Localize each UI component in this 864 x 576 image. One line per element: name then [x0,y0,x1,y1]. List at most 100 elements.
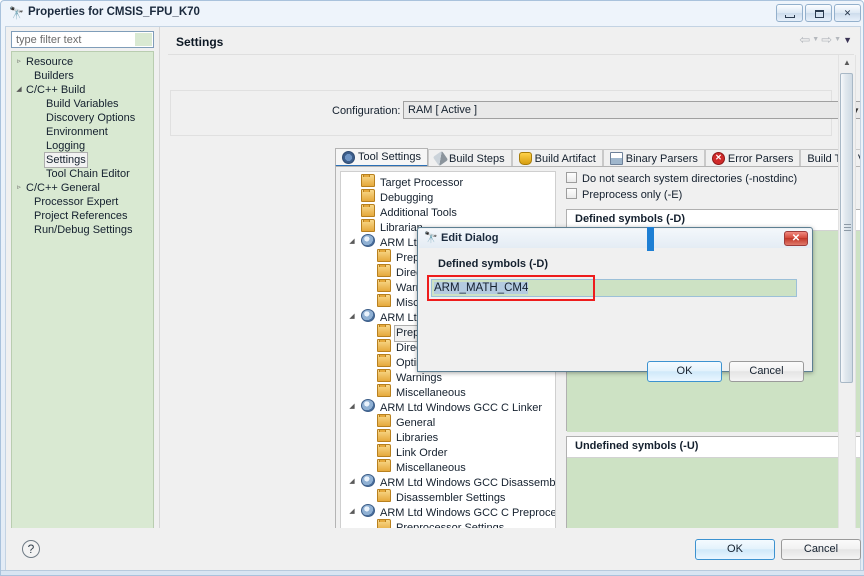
tree-expander-icon[interactable]: ◢ [347,399,357,414]
tree-expander-icon[interactable]: ◢ [347,309,357,324]
sidebar-item-label: Resource [26,56,74,68]
window-controls: ✕ [776,4,861,22]
tool-tree-item-arm-ltd-windows-gcc-disassembler[interactable]: ◢ ARM Ltd Windows GCC Disassembler [341,474,555,489]
header-divider [168,54,854,55]
tree-expander-icon[interactable]: ▹ [13,181,25,195]
tool-tree-item-debugging[interactable]: Debugging [341,189,555,204]
tree-expander-icon[interactable]: ▹ [13,55,25,69]
sidebar-item-label: Build Variables [46,98,119,110]
sidebar-item-build-variables[interactable]: Build Variables [12,97,153,111]
sidebar-item-processor-expert[interactable]: Processor Expert [12,195,153,209]
tab-label: Binary Parsers [625,152,698,165]
sidebar-item-resource[interactable]: ▹ Resource [12,55,153,69]
tool-icon [361,234,375,247]
edit-dialog-cancel-button[interactable]: Cancel [729,361,804,382]
tool-tree-item-arm-ltd-windows-gcc-c-linker[interactable]: ◢ ARM Ltd Windows GCC C Linker [341,399,555,414]
tool-tree-item-disassembler-settings[interactable]: Disassembler Settings [341,489,555,504]
cancel-button[interactable]: Cancel [781,539,861,560]
folder-icon [377,429,391,442]
tab-label: Error Parsers [727,152,794,165]
ok-button[interactable]: OK [695,539,775,560]
forward-dropdown-icon[interactable]: ▼ [834,33,841,47]
sidebar-item-discovery-options[interactable]: Discovery Options [12,111,153,125]
tab-error-parsers[interactable]: ✕ Error Parsers [704,149,801,167]
tool-settings-icon [342,150,355,164]
binary-parsers-icon [609,152,623,165]
folder-icon [361,204,375,217]
tool-tree-item-miscellaneous[interactable]: Miscellaneous [341,384,555,399]
defined-symbols-title: Defined symbols (-D) [575,213,686,225]
search-input[interactable]: type filter text [11,31,154,48]
tab-tool-settings[interactable]: Tool Settings [335,148,428,167]
sidebar-item-c-c-general[interactable]: ▹ C/C++ General [12,181,153,195]
folder-icon [361,174,375,187]
close-button[interactable]: ✕ [834,4,861,22]
option-nostdinc[interactable]: Do not search system directories (-nostd… [566,171,860,187]
dialog-client-area: type filter text ▹ Resource Builders ◢ C/C++… [5,26,861,546]
window-title: Properties for CMSIS_FPU_K70 [28,6,200,18]
page-navigation: ⇦ ▼ ⇨ ▼ ▼ [799,33,852,47]
maximize-button[interactable] [805,4,832,22]
option-preprocess-only-label: Preprocess only (-E) [582,189,683,201]
edit-dialog-titlebar: 🔭 Edit Dialog ✕ [419,229,811,249]
tree-expander-icon[interactable]: ◢ [13,83,25,97]
tool-tree-item-general[interactable]: General [341,414,555,429]
defined-symbol-input[interactable]: ARM_MATH_CM4 [431,279,797,297]
tree-expander-icon[interactable]: ◢ [347,504,357,519]
checkbox-nostdinc[interactable] [566,172,577,183]
configuration-label: Configuration: [332,105,401,117]
tool-tree-item-miscellaneous[interactable]: Miscellaneous [341,459,555,474]
properties-tree[interactable]: ▹ Resource Builders ◢ C/C++ Build Build Varia… [11,51,154,541]
tool-icon [361,474,375,487]
forward-arrow-icon[interactable]: ⇨ [821,33,832,47]
sidebar-item-label: Builders [34,70,74,82]
sidebar-item-c-c-build[interactable]: ◢ C/C++ Build [12,83,153,97]
tab-binary-parsers[interactable]: Binary Parsers [602,149,705,167]
minimize-button[interactable] [776,4,803,22]
sidebar-item-run-debug-settings[interactable]: Run/Debug Settings [12,223,153,237]
undefined-symbols-title: Undefined symbols (-U) [575,440,699,452]
minimize-icon [785,15,795,18]
tool-tree-item-link-order[interactable]: Link Order [341,444,555,459]
scroll-up-icon[interactable]: ▲ [839,55,855,71]
back-arrow-icon[interactable]: ⇦ [799,33,810,47]
sidebar-item-label: C/C++ General [26,182,100,194]
defined-symbol-input-value: ARM_MATH_CM4 [434,282,529,294]
tree-expander-icon[interactable]: ◢ [347,474,357,489]
tab-build-steps[interactable]: Build Steps [427,149,512,167]
sidebar-item-label: Run/Debug Settings [34,224,133,236]
sidebar-item-project-references[interactable]: Project References [12,209,153,223]
tab-build-artifact[interactable]: Build Artifact [511,149,603,167]
tree-expander-icon[interactable]: ◢ [347,234,357,249]
folder-icon [361,189,375,202]
page-scrollbar-thumb[interactable] [840,73,853,383]
tool-icon [361,504,375,517]
page-scrollbar[interactable]: ▲ ▼ [838,55,856,542]
edit-dialog-ok-button[interactable]: OK [647,361,722,382]
sidebar-item-environment[interactable]: Environment [12,125,153,139]
close-icon: ✕ [843,7,852,18]
sidebar-item-tool-chain-editor[interactable]: Tool Chain Editor [12,167,153,181]
edit-dialog-close-button[interactable]: ✕ [784,231,808,246]
option-nostdinc-label: Do not search system directories (-nostd… [582,173,798,185]
checkbox-preprocess-only[interactable] [566,188,577,199]
sidebar-item-label: Discovery Options [46,112,136,124]
configuration-select[interactable]: RAM [ Active ] ▼ [403,101,860,119]
back-dropdown-icon[interactable]: ▼ [812,33,819,47]
tool-tree-item-arm-ltd-windows-gcc-c-preprocessor[interactable]: ◢ARM Ltd Windows GCC C Preprocessor [341,504,555,519]
eclipse-properties-icon: 🔭 [9,6,24,20]
tool-tree-item-additional-tools[interactable]: Additional Tools [341,204,555,219]
folder-icon [377,324,391,337]
tool-icon [361,399,375,412]
filter-clear-area [135,33,152,46]
sidebar-item-settings[interactable]: Settings [12,152,153,168]
sidebar-item-logging[interactable]: Logging [12,139,153,153]
option-preprocess-only[interactable]: Preprocess only (-E) [566,187,860,203]
folder-icon [377,459,391,472]
tool-tree-item-libraries[interactable]: Libraries [341,429,555,444]
help-icon[interactable]: ? [22,540,40,558]
desktop-strip [1,570,864,575]
page-menu-icon[interactable]: ▼ [843,33,852,47]
tool-tree-item-target-processor[interactable]: Target Processor [341,174,555,189]
sidebar-item-builders[interactable]: Builders [12,69,153,83]
